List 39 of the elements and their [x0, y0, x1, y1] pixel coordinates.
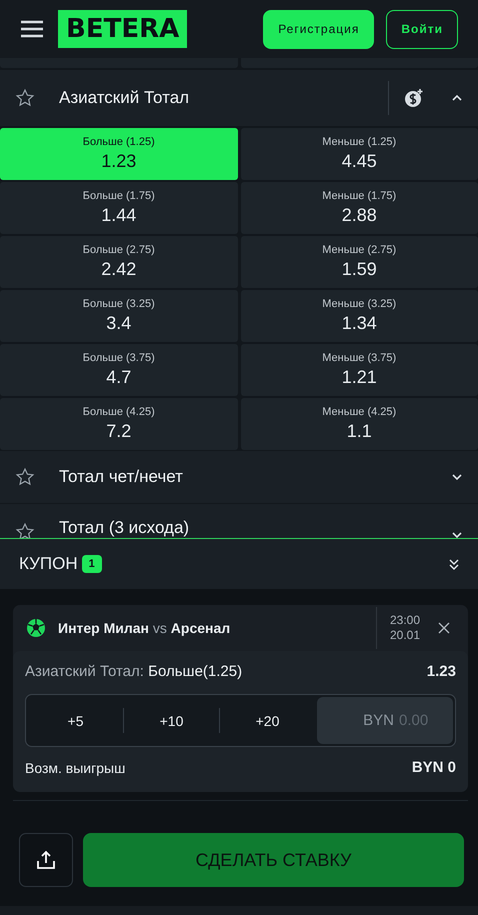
close-icon[interactable] — [438, 622, 450, 634]
odds-button[interactable]: Больше (2.75) 2.42 — [0, 236, 238, 288]
dollar-coin-icon[interactable] — [404, 88, 424, 108]
odds-button[interactable]: Больше (1.75) 1.44 — [0, 182, 238, 234]
quick-amount-button[interactable]: +10 — [124, 697, 219, 744]
odds-button[interactable]: Меньше (4.25) 1.1 — [240, 398, 478, 450]
match-time: 23:00 — [390, 613, 420, 628]
odds-button[interactable]: Больше (1.25) 1.23 — [0, 128, 238, 180]
payout-label: Возм. выигрыш — [25, 760, 126, 776]
odds-button[interactable]: Больше (3.75) 4.7 — [0, 344, 238, 396]
coupon-title: КУПОН — [19, 554, 78, 574]
share-icon — [36, 850, 56, 870]
soccer-ball-icon — [26, 618, 46, 638]
login-button[interactable]: Войти — [386, 10, 458, 48]
logo[interactable]: BETERA — [58, 10, 188, 48]
menu-icon[interactable] — [20, 20, 44, 38]
share-button[interactable] — [19, 833, 73, 887]
bet-odds: 1.23 — [426, 663, 456, 680]
match-date: 20.01 — [390, 628, 420, 643]
odds-button[interactable]: Меньше (1.75) 2.88 — [240, 182, 478, 234]
place-bet-button[interactable]: СДЕЛАТЬ СТАВКУ — [83, 833, 464, 887]
star-icon[interactable] — [15, 88, 35, 108]
match-teams: Интер Милан vs Арсенал — [58, 620, 232, 636]
bet-selection: Азиатский Тотал: Больше(1.25) — [25, 663, 242, 680]
double-chevron-icon[interactable] — [448, 557, 460, 571]
count-badge: 1 — [82, 555, 102, 573]
register-button[interactable]: Регистрация — [263, 10, 374, 48]
odds-button[interactable]: Меньше (2.75) 1.59 — [240, 236, 478, 288]
star-icon[interactable] — [15, 467, 35, 487]
payout-value: BYN 0 — [412, 759, 456, 776]
odds-button[interactable]: Меньше (3.75) 1.21 — [240, 344, 478, 396]
odds-button[interactable]: Больше (4.25) 7.2 — [0, 398, 238, 450]
odds-button[interactable]: Меньше (3.25) 1.34 — [240, 290, 478, 342]
odds-button[interactable]: Больше (3.25) 3.4 — [0, 290, 238, 342]
quick-amount-button[interactable]: +20 — [220, 697, 315, 744]
market-title: Азиатский Тотал — [59, 88, 190, 108]
odds-button[interactable]: Меньше (1.25) 4.45 — [240, 128, 478, 180]
quick-amount-button[interactable]: +5 — [28, 697, 123, 744]
star-icon[interactable] — [15, 522, 35, 538]
